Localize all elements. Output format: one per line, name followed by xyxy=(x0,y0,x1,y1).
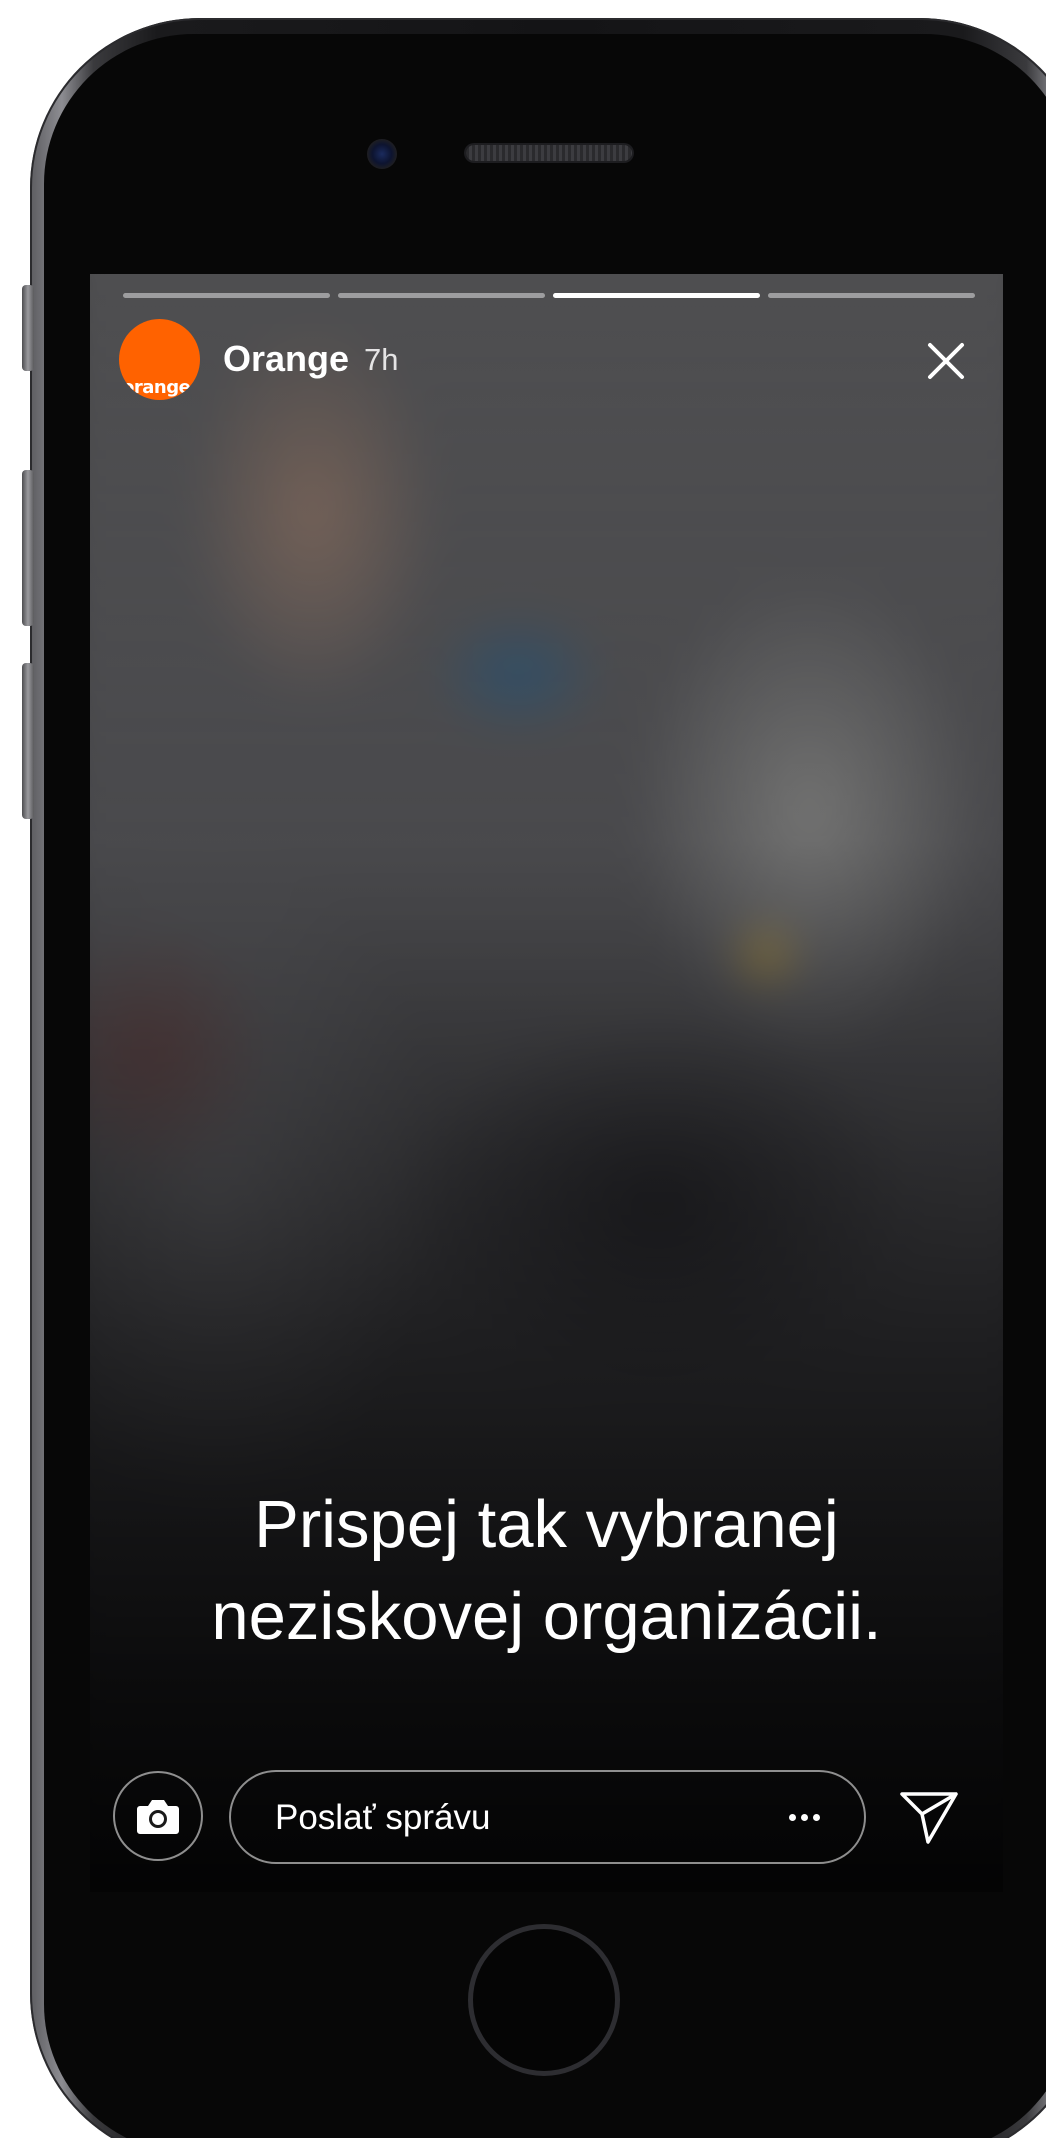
story-progress-bar xyxy=(123,293,975,298)
page: orange Orange 7h Prispej tak vybranej ne… xyxy=(0,0,1046,2138)
story-screen[interactable]: orange Orange 7h Prispej tak vybranej ne… xyxy=(90,274,1003,1892)
message-placeholder: Poslať správu xyxy=(275,1798,491,1837)
send-icon xyxy=(900,1792,958,1844)
story-progress-segment xyxy=(553,293,760,298)
volume-up-button xyxy=(22,470,34,626)
account-name[interactable]: Orange xyxy=(223,337,349,381)
close-button[interactable] xyxy=(920,335,972,387)
story-caption: Prispej tak vybranej neziskovej organizá… xyxy=(211,1487,882,1654)
story-progress-segment xyxy=(123,293,330,298)
earpiece-speaker xyxy=(466,145,632,161)
story-progress-segment xyxy=(338,293,545,298)
post-timestamp: 7h xyxy=(364,342,399,377)
story-progress-fill xyxy=(553,293,760,298)
camera-icon xyxy=(137,1800,179,1834)
send-button[interactable] xyxy=(898,1788,960,1846)
avatar-logo-text: orange xyxy=(122,377,191,398)
more-options-icon[interactable] xyxy=(789,1814,820,1821)
close-icon xyxy=(928,343,964,379)
message-input[interactable]: Poslať správu xyxy=(229,1770,866,1864)
front-camera xyxy=(367,139,397,169)
dot xyxy=(789,1814,796,1821)
story-progress-segment xyxy=(768,293,975,298)
home-button[interactable] xyxy=(468,1924,620,2076)
volume-down-button xyxy=(22,663,34,819)
dot xyxy=(801,1814,808,1821)
mute-switch xyxy=(22,285,34,371)
avatar[interactable]: orange xyxy=(119,319,200,400)
dot xyxy=(813,1814,820,1821)
camera-button[interactable] xyxy=(113,1771,203,1861)
